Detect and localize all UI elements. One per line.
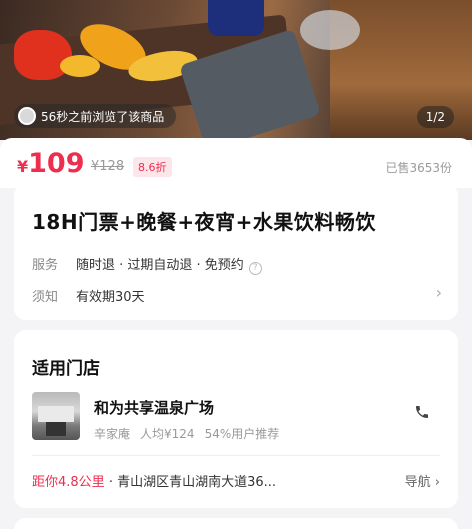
distance-text: 距你4.8公里 <box>32 475 105 490</box>
light-reflection <box>300 10 360 50</box>
notice-label: 须知 <box>32 290 59 305</box>
chevron-right-icon: › <box>434 475 440 490</box>
store-name[interactable]: 和为共享温泉广场 <box>94 397 214 418</box>
store-meta: 辛家庵 人均¥124 54%用户推荐 <box>94 425 279 442</box>
entrance-shape <box>46 422 66 436</box>
divider <box>32 455 440 456</box>
service-label: 服务 <box>32 258 59 273</box>
recent-view-text: 56秒之前浏览了该商品 <box>41 109 165 124</box>
store-heading: 适用门店 <box>32 359 100 379</box>
next-section-card <box>14 518 458 529</box>
store-location[interactable]: 距你4.8公里 · 青山湖区青山湖南大道36... <box>32 471 276 490</box>
original-price: ¥128 <box>91 159 125 174</box>
address-text: · 青山湖区青山湖南大道36... <box>104 475 277 490</box>
chevron-right-icon[interactable]: › <box>436 283 442 302</box>
store-recommend: 54%用户推荐 <box>204 427 280 441</box>
discount-badge: 8.6折 <box>133 157 172 177</box>
current-price: ¥ 109 <box>17 148 85 179</box>
pot-image <box>208 0 264 36</box>
phone-icon[interactable] <box>410 404 434 428</box>
deal-title: 18H门票+晚餐+夜宵+水果饮料畅饮 <box>32 210 376 234</box>
fruit-image <box>60 55 100 77</box>
sold-count: 已售3653份 <box>385 161 452 175</box>
store-thumbnail[interactable] <box>32 392 80 440</box>
hero-image[interactable]: 56秒之前浏览了该商品 1/2 <box>0 0 472 140</box>
info-circle-icon[interactable]: ? <box>248 262 262 275</box>
image-pager: 1/2 <box>416 106 454 128</box>
store-per-person: 人均¥124 <box>140 427 195 441</box>
deal-card: 18H门票+晚餐+夜宵+水果饮料畅饮 服务 随时退 · 过期自动退 · 免预约?… <box>14 184 458 320</box>
currency-symbol: ¥ <box>17 157 29 176</box>
building-shape <box>38 406 74 422</box>
store-card: 适用门店 和为共享温泉广场 辛家庵 人均¥124 54%用户推荐 距你4.8公里… <box>14 330 458 508</box>
store-area: 辛家庵 <box>94 427 131 441</box>
navigate-label: 导航 <box>404 475 431 490</box>
recent-view-badge: 56秒之前浏览了该商品 <box>14 104 177 128</box>
service-row[interactable]: 随时退 · 过期自动退 · 免预约? <box>76 254 262 275</box>
service-value: 随时退 · 过期自动退 · 免预约 <box>76 258 244 273</box>
avatar <box>18 107 36 125</box>
price-section: ¥ 109 ¥128 8.6折 已售3653份 <box>0 138 472 188</box>
notice-value[interactable]: 有效期30天 <box>76 286 145 305</box>
navigate-button[interactable]: 导航 › <box>405 471 440 490</box>
price-value: 109 <box>28 148 85 179</box>
